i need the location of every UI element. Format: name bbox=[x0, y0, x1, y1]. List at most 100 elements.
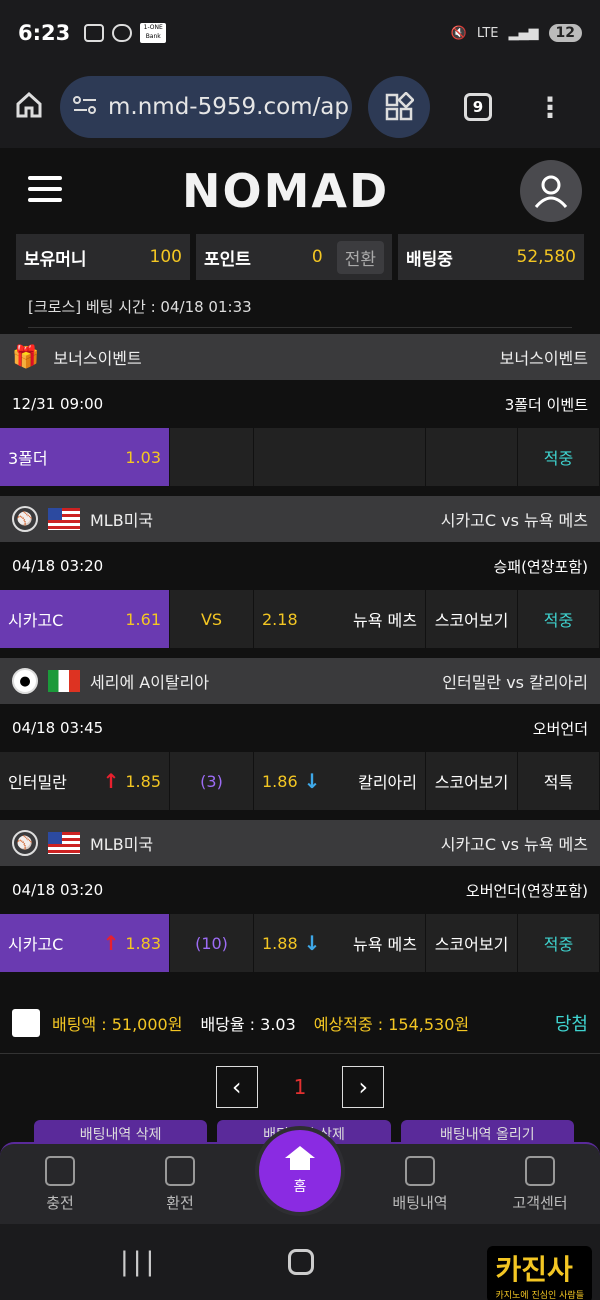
nav-history[interactable]: 배팅내역 bbox=[360, 1144, 480, 1224]
watermark-logo: 카진사 카지노에 진심인 사람들 bbox=[487, 1246, 592, 1300]
document-icon bbox=[405, 1155, 435, 1186]
game-league-header: ● 세리에 A이탈리아 인터밀란 vs 칼리아리 bbox=[0, 658, 600, 704]
handicap-cell bbox=[170, 428, 254, 486]
screenshot-icon bbox=[84, 24, 105, 42]
more-menu-icon[interactable]: ⋮ bbox=[536, 91, 564, 124]
user-avatar-icon[interactable] bbox=[520, 160, 582, 222]
bet-slip-game: ⚾ MLB미국 시카고C vs 뉴욕 메츠 04/18 03:20 승패(연장포… bbox=[0, 496, 600, 648]
bank-app-icon: 1-ONE Bank bbox=[140, 23, 167, 43]
odds-down-arrow-icon: ↓ bbox=[303, 769, 321, 793]
browser-toolbar: m.nmd-5959.com/ap 9 ⋮ bbox=[0, 66, 600, 148]
home-pick[interactable]: 시카고C 1.61 bbox=[0, 590, 170, 648]
next-page-button[interactable]: › bbox=[342, 1066, 385, 1108]
site-content: NOMAD 보유머니 100 포인트 0 전환 배팅중 52,580 [크로스]… bbox=[0, 148, 600, 1223]
game-info-row: 12/31 09:00 3폴더 이벤트 bbox=[0, 380, 600, 428]
result-badge: 적중 bbox=[518, 428, 600, 486]
url-text: m.nmd-5959.com/ap bbox=[108, 94, 350, 120]
handicap-cell: (3) bbox=[170, 752, 254, 810]
prev-page-button[interactable]: ‹ bbox=[215, 1066, 258, 1108]
game-info-row: 04/18 03:45 오버언더 bbox=[0, 704, 600, 752]
tab-count-button[interactable]: 9 bbox=[464, 93, 492, 121]
vs-cell: VS bbox=[170, 590, 254, 648]
site-logo[interactable]: NOMAD bbox=[182, 164, 389, 218]
away-pick[interactable]: 1.88 ↓ 뉴욕 메츠 bbox=[254, 914, 426, 972]
away-pick[interactable]: 2.18 뉴욕 메츠 bbox=[254, 590, 426, 648]
game-info-row: 04/18 03:20 승패(연장포함) bbox=[0, 542, 600, 590]
away-pick[interactable]: 1.86 ↓ 칼리아리 bbox=[254, 752, 426, 810]
nav-charge[interactable]: 충전 bbox=[0, 1144, 120, 1224]
nav-support[interactable]: 고객센터 bbox=[480, 1144, 600, 1224]
away-pick[interactable] bbox=[254, 428, 426, 486]
support-icon bbox=[525, 1155, 555, 1186]
qr-icon bbox=[385, 92, 414, 121]
current-page[interactable]: 1 bbox=[294, 1075, 307, 1099]
balance-bar: 보유머니 100 포인트 0 전환 배팅중 52,580 bbox=[0, 234, 600, 280]
home-pick[interactable]: 3폴더 1.03 bbox=[0, 428, 170, 486]
cloud-icon bbox=[112, 24, 133, 42]
us-flag-icon bbox=[48, 508, 80, 530]
status-time: 6:23 bbox=[18, 21, 71, 45]
bet-amount: 배팅액 : 51,000원 bbox=[52, 1014, 183, 1034]
select-checkbox[interactable] bbox=[12, 1008, 40, 1037]
home-icon[interactable] bbox=[14, 90, 44, 124]
pagination: ‹ 1 › bbox=[0, 1066, 600, 1108]
game-league-header: ⚾ MLB미국 시카고C vs 뉴욕 메츠 bbox=[0, 496, 600, 542]
status-right-icons: 🔇 LTE ▂▄▆ 12 bbox=[451, 24, 582, 42]
game-info-row: 04/18 03:20 오버언더(연장포함) bbox=[0, 866, 600, 914]
battery-indicator: 12 bbox=[548, 24, 582, 42]
home-pick[interactable]: 인터밀란 ↑ 1.85 bbox=[0, 752, 170, 810]
italy-flag-icon bbox=[48, 670, 80, 692]
point-box: 포인트 0 전환 bbox=[196, 234, 392, 280]
game-odds-row: 인터밀란 ↑ 1.85 (3) 1.86 ↓ 칼리아리 스코어보기 적특 bbox=[0, 752, 600, 810]
qr-scan-button[interactable] bbox=[368, 76, 430, 138]
gift-icon: 🎁 bbox=[12, 344, 40, 370]
odds-up-arrow-icon: ↑ bbox=[102, 931, 120, 955]
status-bar: 6:23 1-ONE Bank 🔇 LTE ▂▄▆ 12 bbox=[0, 0, 600, 66]
us-flag-icon bbox=[48, 832, 80, 854]
score-view-button[interactable]: 스코어보기 bbox=[426, 914, 518, 972]
expected-win: 예상적중 : 154,530원 bbox=[313, 1014, 470, 1034]
result-badge: 적특 bbox=[518, 752, 600, 810]
nav-home-button[interactable]: 홈 bbox=[259, 1130, 341, 1212]
bet-slip-game: ● 세리에 A이탈리아 인터밀란 vs 칼리아리 04/18 03:45 오버언… bbox=[0, 658, 600, 810]
recent-apps-icon[interactable]: ||| bbox=[120, 1247, 158, 1277]
bet-rate: 배당율 : 3.03 bbox=[200, 1014, 296, 1034]
mute-icon: 🔇 bbox=[450, 25, 467, 41]
nav-withdraw[interactable]: 환전 bbox=[120, 1144, 240, 1224]
system-home-icon[interactable] bbox=[288, 1249, 315, 1275]
hamburger-menu-icon[interactable] bbox=[28, 176, 62, 202]
game-odds-row: 시카고C ↑ 1.83 (10) 1.88 ↓ 뉴욕 메츠 스코어보기 적중 bbox=[0, 914, 600, 972]
signal-icon: ▂▄▆ bbox=[508, 25, 539, 41]
withdraw-icon bbox=[165, 1155, 195, 1186]
game-league-header: ⚾ MLB미국 시카고C vs 뉴욕 메츠 bbox=[0, 820, 600, 866]
cross-bet-time: [크로스] 베팅 시간 : 04/18 01:33 bbox=[28, 296, 572, 328]
site-settings-icon[interactable] bbox=[72, 94, 98, 120]
result-badge: 적중 bbox=[518, 590, 600, 648]
bet-slip-game: ⚾ MLB미국 시카고C vs 뉴욕 메츠 04/18 03:20 오버언더(연… bbox=[0, 820, 600, 972]
wallet-icon bbox=[45, 1155, 75, 1186]
convert-button[interactable]: 전환 bbox=[336, 240, 384, 274]
handicap-cell: (10) bbox=[170, 914, 254, 972]
game-odds-row: 3폴더 1.03 적중 bbox=[0, 428, 600, 486]
network-label: LTE bbox=[476, 25, 499, 41]
odds-down-arrow-icon: ↓ bbox=[303, 931, 321, 955]
house-icon bbox=[285, 1146, 315, 1158]
score-view-button[interactable]: 스코어보기 bbox=[426, 752, 518, 810]
baseball-icon: ⚾ bbox=[12, 506, 38, 532]
bet-summary: 배팅액 : 51,000원 배당율 : 3.03 예상적중 : 154,530원… bbox=[0, 992, 600, 1054]
site-header: NOMAD bbox=[0, 148, 600, 230]
betting-money-box: 배팅중 52,580 bbox=[398, 234, 584, 280]
home-pick[interactable]: 시카고C ↑ 1.83 bbox=[0, 914, 170, 972]
address-bar[interactable]: m.nmd-5959.com/ap bbox=[60, 76, 352, 138]
win-status: 당첨 bbox=[554, 1013, 588, 1035]
soccer-ball-icon: ● bbox=[12, 668, 38, 694]
status-notification-icons: 1-ONE Bank bbox=[84, 23, 167, 43]
result-badge: 적중 bbox=[518, 914, 600, 972]
game-league-header: 🎁 보너스이벤트 보너스이벤트 bbox=[0, 334, 600, 380]
hold-money-box: 보유머니 100 bbox=[16, 234, 190, 280]
odds-up-arrow-icon: ↑ bbox=[102, 769, 120, 793]
score-view-cell bbox=[426, 428, 518, 486]
game-odds-row: 시카고C 1.61 VS 2.18 뉴욕 메츠 스코어보기 적중 bbox=[0, 590, 600, 648]
score-view-button[interactable]: 스코어보기 bbox=[426, 590, 518, 648]
baseball-icon: ⚾ bbox=[12, 830, 38, 856]
